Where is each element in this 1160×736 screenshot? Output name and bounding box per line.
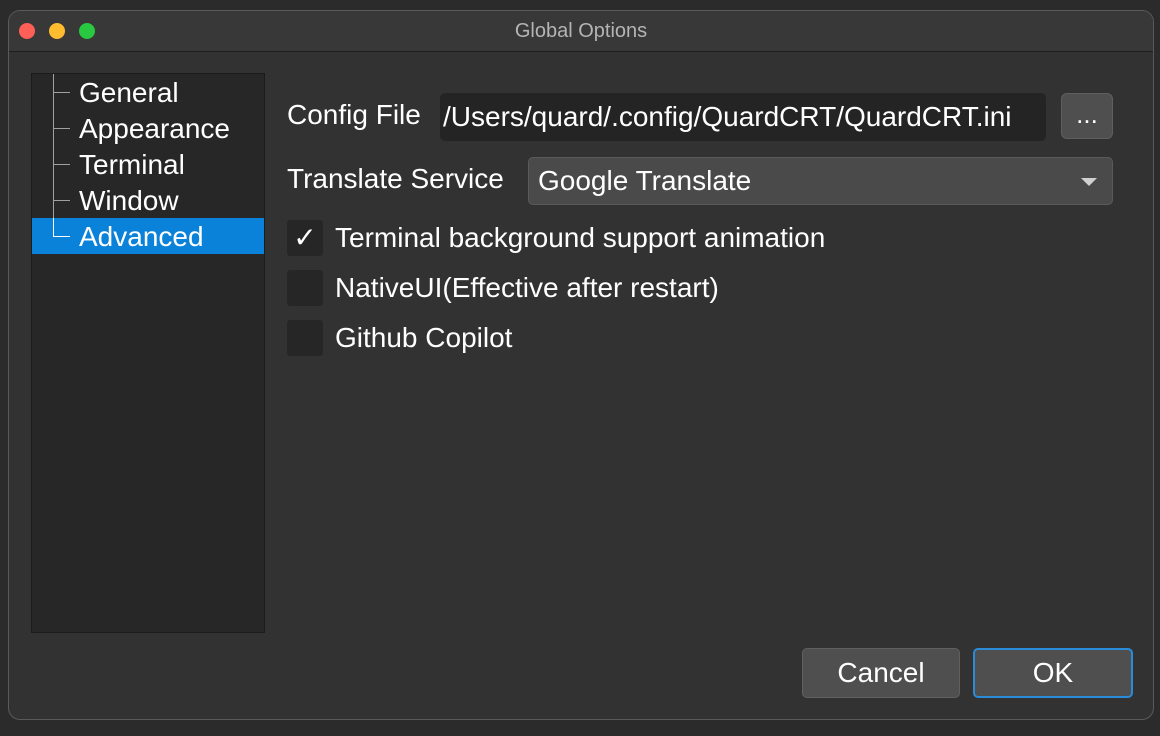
dropdown-arrow-icon <box>1081 178 1097 186</box>
sidebar-item-label: Window <box>79 185 179 216</box>
sidebar-item-label: Appearance <box>79 113 231 144</box>
options-category-tree: General Appearance Terminal Window Advan… <box>31 73 265 633</box>
cancel-button[interactable]: Cancel <box>802 648 960 698</box>
tree-branch-connector <box>53 164 70 165</box>
config-file-label: Config File <box>287 99 421 130</box>
background-animation-label: Terminal background support animation <box>335 222 826 253</box>
tree-branch-connector <box>53 236 70 237</box>
github-copilot-checkbox[interactable] <box>287 320 323 356</box>
sidebar-item-advanced[interactable]: Advanced <box>32 218 264 254</box>
tree-branch-connector <box>53 92 70 93</box>
sidebar-item-terminal[interactable]: Terminal <box>32 146 264 182</box>
background-animation-checkbox[interactable]: ✓ <box>287 220 323 256</box>
config-file-field[interactable]: /Users/quard/.config/QuardCRT/QuardCRT.i… <box>440 93 1046 141</box>
sidebar-item-general[interactable]: General <box>32 74 264 110</box>
translate-service-value: Google Translate <box>538 165 752 196</box>
sidebar-item-label: Terminal <box>79 149 185 180</box>
tree-branch-connector <box>53 200 70 201</box>
translate-service-select[interactable]: Google Translate <box>528 157 1113 205</box>
sidebar-item-appearance[interactable]: Appearance <box>32 110 264 146</box>
tree-branch-line <box>53 218 54 236</box>
global-options-dialog: Global Options General Appearance Termin… <box>8 10 1154 720</box>
ok-button[interactable]: OK <box>973 648 1133 698</box>
native-ui-checkbox[interactable] <box>287 270 323 306</box>
tree-branch-connector <box>53 128 70 129</box>
sidebar-item-window[interactable]: Window <box>32 182 264 218</box>
title-bar[interactable]: Global Options <box>9 11 1153 52</box>
sidebar-item-label: General <box>79 77 179 108</box>
translate-service-label: Translate Service <box>287 163 504 194</box>
native-ui-label: NativeUI(Effective after restart) <box>335 272 719 303</box>
window-title: Global Options <box>514 20 648 42</box>
browse-config-button[interactable]: ... <box>1061 93 1113 139</box>
github-copilot-label: Github Copilot <box>335 322 513 353</box>
sidebar-item-label: Advanced <box>79 221 204 252</box>
